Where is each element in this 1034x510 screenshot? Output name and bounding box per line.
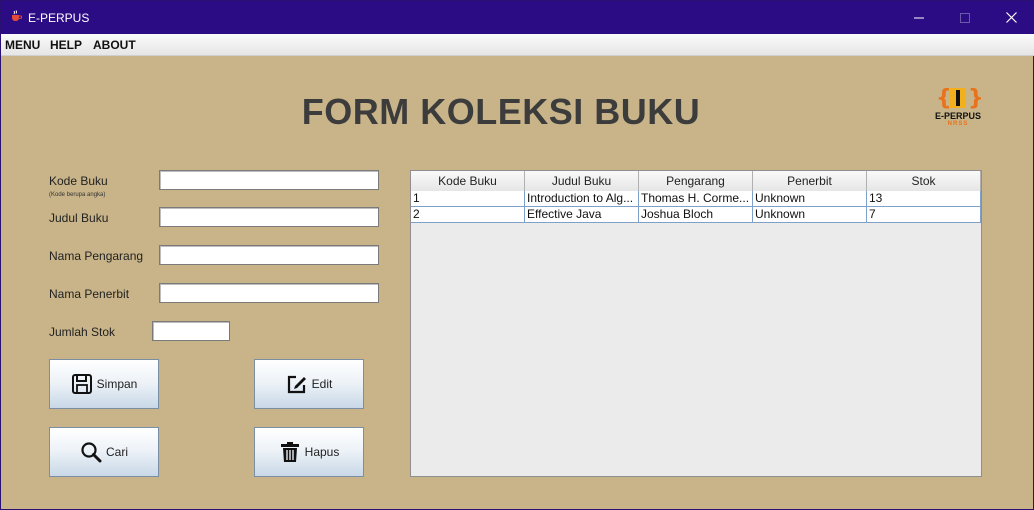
column-header-pengarang[interactable]: Pengarang — [639, 171, 753, 191]
edit-button-label: Edit — [311, 377, 333, 391]
judul-buku-label: Judul Buku — [49, 211, 109, 225]
logo-sub: NRSS — [947, 121, 969, 127]
table-cell[interactable]: Unknown — [753, 207, 867, 223]
table-cell[interactable]: 7 — [867, 207, 981, 223]
cari-button-label: Cari — [105, 445, 128, 459]
table-row[interactable]: 1 Introduction to Alg... Thomas H. Corme… — [411, 191, 981, 207]
title-bar[interactable]: E-PERPUS — [1, 1, 1034, 34]
table-cell[interactable]: Thomas H. Corme... — [639, 191, 753, 207]
page-title: FORM KOLEKSI BUKU — [301, 91, 701, 132]
column-header-stok[interactable]: Stok — [867, 171, 981, 191]
jumlah-stok-input[interactable] — [152, 321, 230, 341]
close-icon — [1005, 12, 1017, 23]
edit-icon — [287, 375, 306, 394]
svg-text:}: } — [968, 86, 984, 111]
simpan-button[interactable]: Simpan — [49, 359, 159, 409]
kode-buku-input[interactable] — [159, 170, 379, 190]
search-icon — [81, 442, 102, 463]
judul-buku-input[interactable] — [159, 207, 379, 227]
close-button[interactable] — [988, 1, 1034, 34]
jumlah-stok-label: Jumlah Stok — [49, 325, 116, 339]
table-cell[interactable]: Unknown — [753, 191, 867, 207]
menu-item-about[interactable]: ABOUT — [93, 38, 136, 52]
trash-icon — [280, 442, 299, 462]
nama-pengarang-label: Nama Pengarang — [49, 249, 144, 263]
save-icon — [71, 374, 92, 394]
nama-penerbit-label: Nama Penerbit — [49, 287, 130, 301]
nama-penerbit-input[interactable] — [159, 283, 379, 303]
table-cell[interactable]: 13 — [867, 191, 981, 207]
table-cell[interactable]: 1 — [411, 191, 525, 207]
table-cell[interactable]: Effective Java — [525, 207, 639, 223]
maximize-button[interactable] — [942, 1, 988, 34]
cari-button[interactable]: Cari — [49, 427, 159, 477]
menu-bar: MENU HELP ABOUT — [1, 34, 1034, 56]
table-header: Kode Buku Judul Buku Pengarang Penerbit … — [411, 171, 981, 191]
menu-item-menu[interactable]: MENU — [5, 38, 40, 52]
books-table[interactable]: Kode Buku Judul Buku Pengarang Penerbit … — [410, 170, 982, 477]
hapus-button[interactable]: Hapus — [254, 427, 364, 477]
simpan-button-label: Simpan — [96, 377, 138, 391]
hapus-button-label: Hapus — [304, 445, 340, 459]
table-cell[interactable]: Introduction to Alg... — [525, 191, 639, 207]
edit-button[interactable]: Edit — [254, 359, 364, 409]
e-perpus-logo-icon: { } — [936, 86, 984, 111]
svg-text:{: { — [936, 86, 952, 111]
table-cell[interactable]: Joshua Bloch — [639, 207, 753, 223]
table-row[interactable]: 2 Effective Java Joshua Bloch Unknown 7 — [411, 207, 981, 223]
table-cell[interactable]: 2 — [411, 207, 525, 223]
logo-name: E-PERPUS — [934, 111, 981, 121]
minimize-button[interactable] — [896, 1, 942, 34]
nama-pengarang-input[interactable] — [159, 245, 379, 265]
java-cup-icon — [12, 10, 22, 21]
menu-item-help[interactable]: HELP — [50, 38, 82, 52]
minimize-icon — [914, 17, 924, 18]
maximize-icon — [960, 12, 970, 23]
column-header-judul-buku[interactable]: Judul Buku — [525, 171, 639, 191]
window-title: E-PERPUS — [28, 11, 90, 25]
table-body: 1 Introduction to Alg... Thomas H. Corme… — [411, 191, 981, 223]
kode-buku-label: Kode Buku — [49, 174, 108, 188]
column-header-penerbit[interactable]: Penerbit — [753, 171, 867, 191]
column-header-kode-buku[interactable]: Kode Buku — [411, 171, 525, 191]
kode-buku-hint: (Kode berupa angka) — [49, 192, 106, 198]
app-window: E-PERPUS MENU HELP ABOUT FORM KOLEKSI BU… — [0, 0, 1034, 510]
